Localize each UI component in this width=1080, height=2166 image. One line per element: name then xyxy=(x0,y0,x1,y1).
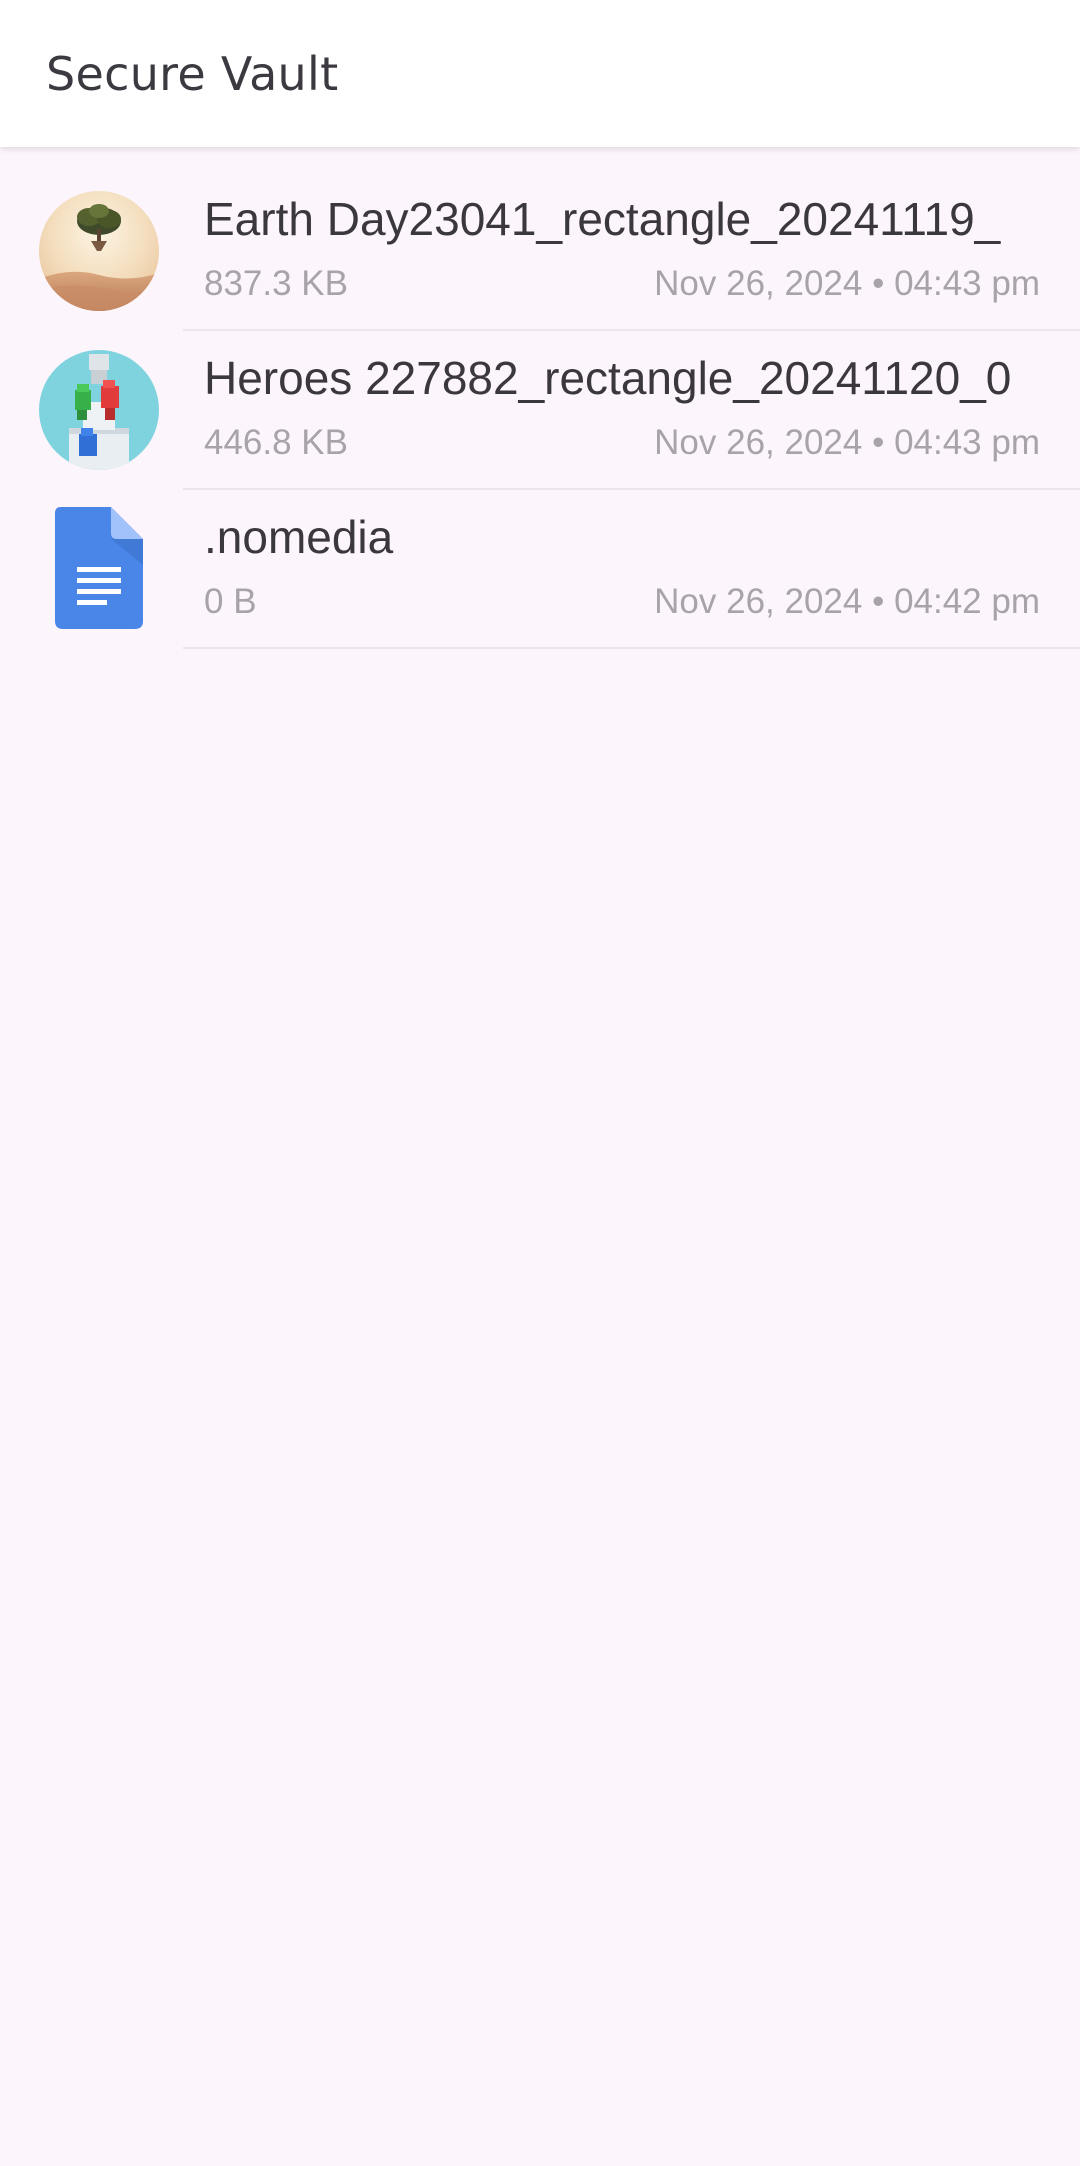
image-thumbnail-icon xyxy=(39,350,159,470)
page-title: Secure Vault xyxy=(46,46,339,101)
file-list: Earth Day23041_rectangle_20241119_ 837.3… xyxy=(0,172,1080,649)
list-item[interactable]: .nomedia 0 B Nov 26, 2024 • 04:42 pm xyxy=(0,490,1080,649)
image-thumbnail-icon xyxy=(39,191,159,311)
file-size: 0 B xyxy=(204,582,257,621)
file-date: Nov 26, 2024 • 04:43 pm xyxy=(654,423,1040,462)
file-date: Nov 26, 2024 • 04:43 pm xyxy=(654,264,1040,303)
file-name: .nomedia xyxy=(204,511,394,563)
file-date: Nov 26, 2024 • 04:42 pm xyxy=(654,582,1040,621)
file-size: 446.8 KB xyxy=(204,423,348,462)
document-icon xyxy=(55,507,143,634)
file-name: Earth Day23041_rectangle_20241119_ xyxy=(204,193,1001,245)
file-name: Heroes 227882_rectangle_20241120_0 xyxy=(204,352,1012,404)
list-item[interactable]: Heroes 227882_rectangle_20241120_0 446.8… xyxy=(0,331,1080,490)
list-item[interactable]: Earth Day23041_rectangle_20241119_ 837.3… xyxy=(0,172,1080,331)
divider xyxy=(183,647,1080,649)
app-bar: Secure Vault xyxy=(0,0,1080,147)
file-size: 837.3 KB xyxy=(204,264,348,303)
